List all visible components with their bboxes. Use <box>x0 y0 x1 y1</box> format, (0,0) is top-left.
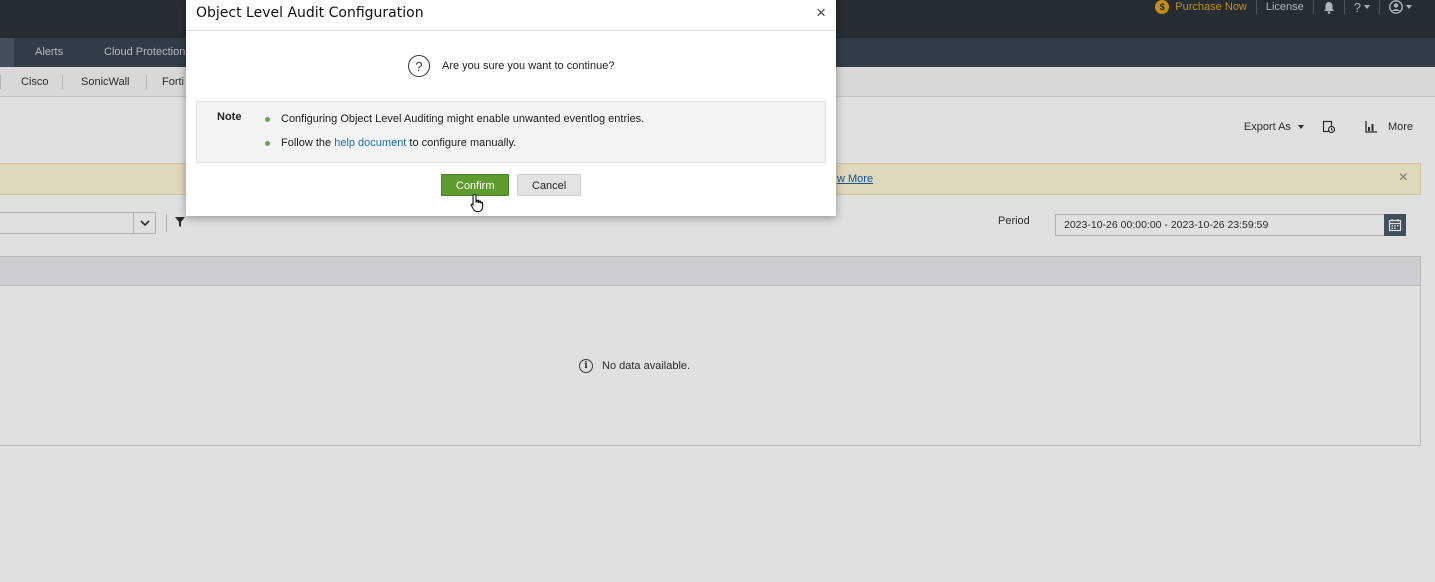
note-item: Follow the help document to configure ma… <box>265 136 644 160</box>
note-item-text: Configuring Object Level Auditing might … <box>281 113 645 125</box>
confirm-question: ? Are you sure you want to continue? <box>408 55 614 77</box>
dialog-buttons: Confirm Cancel <box>441 174 581 196</box>
note-item: Configuring Object Level Auditing might … <box>265 112 644 136</box>
note-item-prefix: Follow the <box>281 137 335 149</box>
note-list: Configuring Object Level Auditing might … <box>265 112 644 160</box>
note-box: Note Configuring Object Level Auditing m… <box>196 101 826 163</box>
object-level-audit-dialog: Object Level Audit Configuration × ? Are… <box>186 0 836 216</box>
note-label: Note <box>217 111 242 123</box>
dialog-close-icon[interactable]: × <box>816 4 826 21</box>
hand-pointer-icon <box>470 193 484 213</box>
dialog-title: Object Level Audit Configuration <box>196 5 424 21</box>
dialog-header: Object Level Audit Configuration × <box>186 0 836 31</box>
cancel-button[interactable]: Cancel <box>517 174 581 196</box>
help-document-link[interactable]: help document <box>334 137 406 149</box>
question-icon: ? <box>408 55 430 77</box>
question-text: Are you sure you want to continue? <box>442 60 615 72</box>
note-item-suffix: to configure manually. <box>406 137 517 149</box>
